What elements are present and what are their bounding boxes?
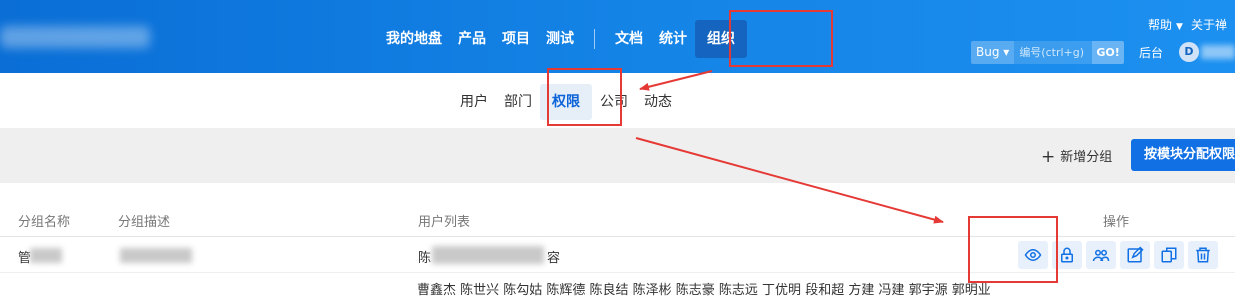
admin-link[interactable]: 后台: [1139, 44, 1163, 61]
redacted-users: [432, 246, 544, 264]
help-menu[interactable]: 帮助 ▼ 关于禅: [1148, 16, 1227, 33]
edit-button[interactable]: [1120, 241, 1150, 269]
assign-by-module-button[interactable]: 按模块分配权限: [1131, 139, 1235, 171]
add-group-button[interactable]: + 新增分组: [1041, 146, 1112, 167]
col-group-name[interactable]: 分组名称: [18, 211, 70, 230]
annotation-box-organization: [729, 10, 833, 67]
subnav-users[interactable]: 用户: [452, 84, 496, 120]
main-nav: 我的地盘 产品 项目 测试 文档 统计 组织: [378, 20, 747, 58]
help-label[interactable]: 帮助: [1148, 18, 1172, 32]
copy-icon: [1161, 247, 1177, 263]
redacted-name: [30, 248, 62, 263]
about-label[interactable]: 关于禅: [1191, 18, 1227, 32]
nav-my-dashboard[interactable]: 我的地盘: [378, 20, 450, 58]
action-toolbar: + 新增分组 按模块分配权限: [0, 128, 1235, 183]
redacted-desc: [120, 248, 192, 263]
lock-icon: [1061, 247, 1073, 263]
copy-button[interactable]: [1154, 241, 1184, 269]
delete-button[interactable]: [1188, 241, 1218, 269]
search-type-select[interactable]: Bug ▾: [971, 41, 1015, 64]
col-actions: 操作: [1103, 215, 1130, 230]
subnav-dynamics[interactable]: 动态: [636, 84, 680, 120]
chevron-down-icon: ▼: [1176, 22, 1183, 32]
plus-icon: +: [1041, 147, 1056, 167]
nav-stats[interactable]: 统计: [651, 20, 695, 58]
annotation-box-permissions: [547, 68, 622, 126]
quick-search: Bug ▾ GO!: [971, 41, 1124, 64]
col-group-desc[interactable]: 分组描述: [118, 211, 170, 230]
user-list-row-2: 曹鑫杰 陈世兴 陈勾姑 陈辉德 陈良结 陈泽彬 陈志豪 陈志远 丁优明 段和超 …: [417, 283, 991, 298]
top-navbar: 我的地盘 产品 项目 测试 文档 统计 组织 帮助▼关于禅 Bug ▾ GO! …: [0, 0, 1235, 73]
nav-project[interactable]: 项目: [494, 20, 538, 58]
search-input[interactable]: [1014, 41, 1093, 64]
edit-icon: [1127, 246, 1144, 263]
user-list-end: 容: [547, 251, 561, 266]
go-button[interactable]: GO!: [1092, 41, 1124, 64]
annotation-box-view: [968, 216, 1058, 283]
nav-doc[interactable]: 文档: [607, 20, 651, 58]
user-list-start: 陈: [418, 251, 432, 266]
col-user-list: 用户列表: [418, 215, 471, 230]
subnav-departments[interactable]: 部门: [496, 84, 540, 120]
add-group-label: 新增分组: [1060, 150, 1113, 165]
search-type-value: Bug: [976, 45, 1000, 59]
manage-members-button[interactable]: [1086, 241, 1116, 269]
nav-test[interactable]: 测试: [538, 20, 582, 58]
nav-divider: [594, 29, 595, 49]
trash-icon: [1196, 247, 1210, 263]
nav-product[interactable]: 产品: [450, 20, 494, 58]
app-brand-logo[interactable]: [0, 26, 150, 48]
avatar[interactable]: D: [1179, 42, 1199, 62]
users-icon: [1092, 249, 1110, 262]
username-redacted[interactable]: [1201, 45, 1235, 59]
